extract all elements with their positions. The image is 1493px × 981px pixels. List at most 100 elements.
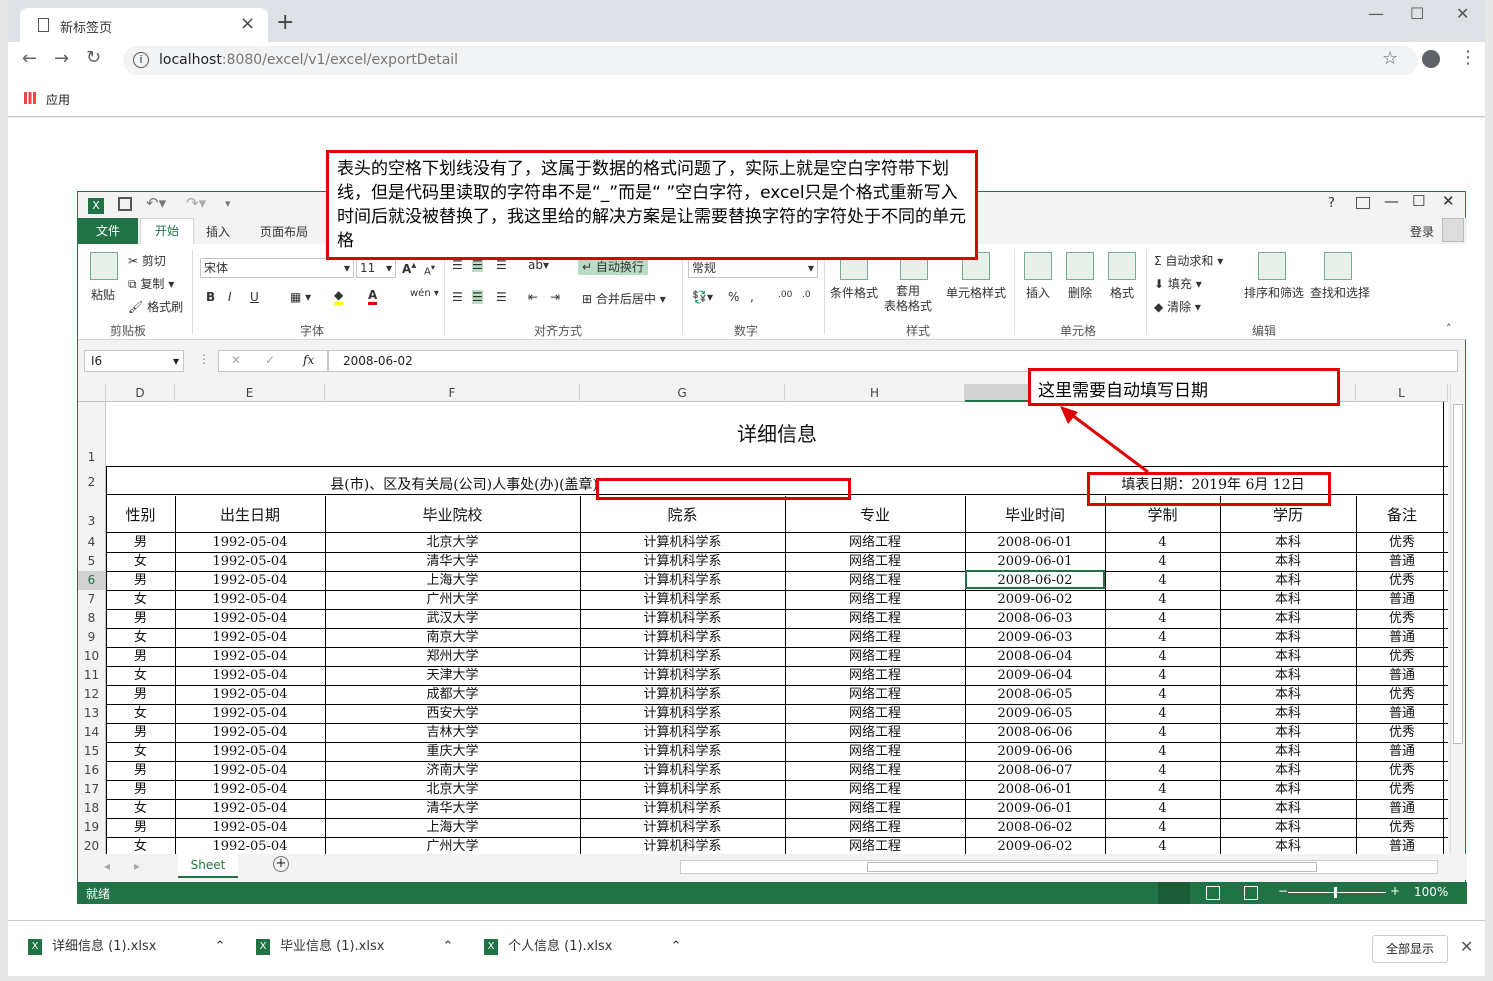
page-layout-view-icon[interactable] bbox=[1206, 886, 1220, 900]
font-name-select[interactable]: 宋体 ▾ bbox=[200, 258, 354, 278]
row-header[interactable]: 2 bbox=[78, 468, 106, 496]
row-header[interactable]: 10 bbox=[78, 647, 106, 666]
cell-styles-button[interactable]: 单元格样式 bbox=[946, 284, 1006, 301]
cell[interactable]: 重庆大学 bbox=[325, 743, 580, 761]
cell[interactable]: 计算机科学系 bbox=[580, 553, 785, 571]
format-cells-button[interactable]: 格式 bbox=[1110, 284, 1134, 301]
italic-button[interactable]: I bbox=[228, 290, 232, 304]
cell[interactable]: 优秀 bbox=[1356, 762, 1448, 780]
cell[interactable]: 本科 bbox=[1220, 781, 1356, 799]
align-left-icon[interactable]: ☰ bbox=[452, 290, 463, 304]
cell[interactable]: 计算机科学系 bbox=[580, 591, 785, 609]
row-header[interactable]: 3 bbox=[78, 496, 106, 533]
cell[interactable]: 4 bbox=[1105, 743, 1220, 761]
browser-tab[interactable]: 新标签页 × bbox=[20, 8, 268, 42]
format-as-table-button[interactable]: 套用 表格格式 bbox=[884, 284, 932, 314]
apps-grid-icon[interactable] bbox=[24, 92, 36, 104]
cell[interactable]: 1992-05-04 bbox=[175, 819, 325, 837]
cell[interactable]: 网络工程 bbox=[785, 648, 965, 666]
vertical-scrollbar[interactable] bbox=[1450, 384, 1464, 854]
collapse-ribbon-icon[interactable]: ˄ bbox=[1446, 322, 1452, 335]
cell[interactable]: 2008-06-03 bbox=[965, 610, 1105, 628]
row-header[interactable]: 7 bbox=[78, 590, 106, 609]
column-header[interactable]: G bbox=[580, 384, 785, 402]
name-box[interactable]: I6 ▾ bbox=[84, 350, 184, 372]
cell[interactable]: 本科 bbox=[1220, 705, 1356, 723]
user-avatar-icon[interactable] bbox=[1442, 218, 1464, 242]
shrink-font-icon[interactable]: A▾ bbox=[424, 262, 435, 277]
cell[interactable]: 男 bbox=[106, 724, 175, 742]
cell[interactable]: 网络工程 bbox=[785, 667, 965, 685]
cell[interactable]: 计算机科学系 bbox=[580, 686, 785, 704]
worksheet-grid[interactable]: D E F G H I J K L 1 2 3 4567891011121314… bbox=[78, 384, 1448, 854]
align-bottom-icon[interactable]: ☰ bbox=[496, 258, 507, 272]
info-icon[interactable]: i bbox=[133, 52, 149, 68]
row-header[interactable]: 20 bbox=[78, 837, 106, 854]
cell[interactable]: 普通 bbox=[1356, 629, 1448, 647]
cell[interactable]: 1992-05-04 bbox=[175, 724, 325, 742]
cell[interactable]: 网络工程 bbox=[785, 838, 965, 854]
column-header[interactable]: D bbox=[106, 384, 175, 402]
cell[interactable]: 4 bbox=[1105, 705, 1220, 723]
increase-indent-icon[interactable]: ⇥ bbox=[550, 290, 560, 304]
cell[interactable]: 计算机科学系 bbox=[580, 781, 785, 799]
cell[interactable]: 2009-06-03 bbox=[965, 629, 1105, 647]
row-header[interactable]: 15 bbox=[78, 742, 106, 761]
row-header[interactable]: 12 bbox=[78, 685, 106, 704]
cell[interactable]: 女 bbox=[106, 667, 175, 685]
cell[interactable]: 优秀 bbox=[1356, 610, 1448, 628]
cell[interactable]: 网络工程 bbox=[785, 819, 965, 837]
select-all-corner[interactable] bbox=[78, 384, 106, 402]
maximize-icon[interactable]: ☐ bbox=[1410, 4, 1424, 23]
cell[interactable]: 2009-06-04 bbox=[965, 667, 1105, 685]
login-link[interactable]: 登录 bbox=[1410, 223, 1434, 240]
cell[interactable]: 男 bbox=[106, 572, 175, 590]
cell[interactable]: 男 bbox=[106, 781, 175, 799]
cell[interactable]: 广州大学 bbox=[325, 591, 580, 609]
excel-minimize-icon[interactable]: — bbox=[1384, 192, 1399, 210]
column-header[interactable]: E bbox=[175, 384, 325, 402]
cell[interactable]: 本科 bbox=[1220, 838, 1356, 854]
cell[interactable]: 本科 bbox=[1220, 724, 1356, 742]
cell[interactable]: 优秀 bbox=[1356, 686, 1448, 704]
border-icon[interactable]: ▦ ▾ bbox=[290, 290, 311, 304]
cell[interactable]: 男 bbox=[106, 686, 175, 704]
cell[interactable]: 网络工程 bbox=[785, 781, 965, 799]
close-downloads-icon[interactable]: ✕ bbox=[1460, 937, 1473, 956]
cell[interactable]: 本科 bbox=[1220, 648, 1356, 666]
tab-page-layout[interactable]: 页面布局 bbox=[260, 223, 308, 240]
cell[interactable]: 上海大学 bbox=[325, 572, 580, 590]
cell[interactable]: 2008-06-02 bbox=[965, 819, 1105, 837]
cell[interactable]: 2008-06-01 bbox=[965, 534, 1105, 552]
cell[interactable]: 本科 bbox=[1220, 743, 1356, 761]
cell[interactable]: 男 bbox=[106, 534, 175, 552]
excel-restore-icon[interactable]: ☐ bbox=[1412, 192, 1425, 210]
h-scroll-thumb[interactable] bbox=[867, 862, 1317, 872]
file-tab[interactable]: 文件 bbox=[78, 218, 138, 244]
cell[interactable]: 1992-05-04 bbox=[175, 667, 325, 685]
currency-icon[interactable]: 💱▾ bbox=[692, 290, 713, 304]
cell[interactable]: 2009-06-01 bbox=[965, 800, 1105, 818]
row-header[interactable]: 16 bbox=[78, 761, 106, 780]
cell[interactable]: 本科 bbox=[1220, 553, 1356, 571]
cell[interactable]: 4 bbox=[1105, 629, 1220, 647]
insert-cells-button[interactable]: 插入 bbox=[1026, 284, 1050, 301]
cell[interactable]: 1992-05-04 bbox=[175, 800, 325, 818]
download-item[interactable]: X 毕业信息 (1).xlsx ⌃ bbox=[256, 935, 453, 963]
cell[interactable]: 1992-05-04 bbox=[175, 534, 325, 552]
cell[interactable]: 南京大学 bbox=[325, 629, 580, 647]
cell[interactable]: 网络工程 bbox=[785, 629, 965, 647]
cell[interactable]: 清华大学 bbox=[325, 553, 580, 571]
cell[interactable]: 4 bbox=[1105, 610, 1220, 628]
cell[interactable]: 网络工程 bbox=[785, 762, 965, 780]
wrap-text-button[interactable]: ↵ 自动换行 bbox=[578, 258, 648, 275]
cell[interactable]: 北京大学 bbox=[325, 534, 580, 552]
row-header[interactable]: 14 bbox=[78, 723, 106, 742]
cell[interactable]: 本科 bbox=[1220, 591, 1356, 609]
column-header[interactable]: F bbox=[325, 384, 580, 402]
paste-icon[interactable] bbox=[90, 252, 118, 280]
cell[interactable]: 网络工程 bbox=[785, 686, 965, 704]
cell[interactable]: 1992-05-04 bbox=[175, 648, 325, 666]
font-size-select[interactable]: 11 ▾ bbox=[356, 258, 396, 278]
customize-qat-icon[interactable]: ▾ bbox=[225, 197, 231, 210]
